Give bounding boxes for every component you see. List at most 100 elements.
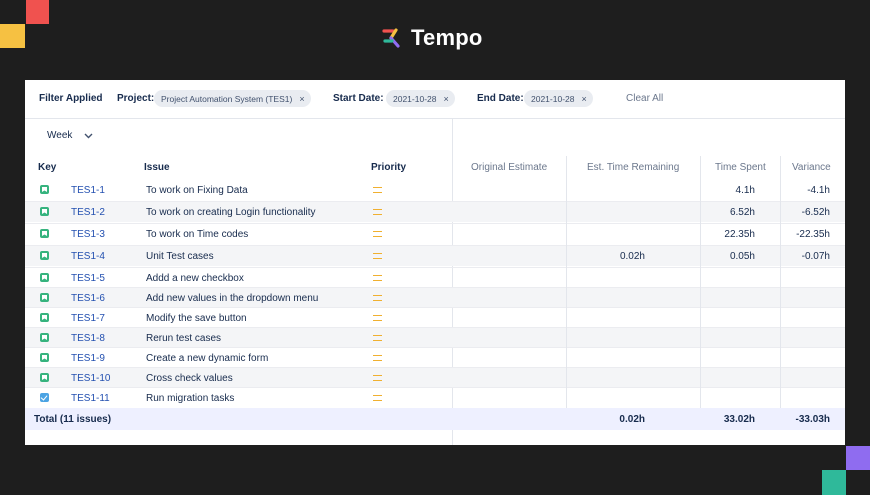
table-row[interactable]: TES1-6 Add new values in the dropdown men… [25, 287, 845, 308]
issue-summary: Run migration tasks [146, 392, 235, 404]
story-type-icon [40, 229, 49, 238]
start-date-value: 2021-10-28 [393, 93, 437, 104]
filter-title: Filter Applied [39, 93, 103, 104]
close-icon[interactable]: × [581, 94, 586, 104]
table-row[interactable]: TES1-4 Unit Test cases 0.02h 0.05h -0.07h [25, 245, 845, 266]
priority-medium-icon [373, 355, 382, 361]
column-header-priority[interactable]: Priority [371, 162, 406, 173]
column-separator [780, 156, 781, 426]
table-row[interactable]: TES1-3 To work on Time codes 22.35h -22.35h [25, 223, 845, 244]
priority-medium-icon [373, 187, 382, 193]
story-type-icon [40, 333, 49, 342]
variance-cell: -6.52h [801, 206, 830, 218]
tempo-logo: Tempo [382, 25, 482, 51]
story-type-icon [40, 373, 49, 382]
time-spent-cell: 22.35h [724, 228, 755, 240]
clear-all-button[interactable]: Clear All [626, 93, 663, 104]
total-label: Total (11 issues) [34, 413, 112, 425]
table-row[interactable]: TES1-5 Addd a new checkbox [25, 267, 845, 288]
task-type-icon [40, 393, 49, 402]
issue-key-link[interactable]: TES1-5 [71, 268, 105, 288]
story-type-icon [40, 207, 49, 216]
issue-key-link[interactable]: TES1-3 [71, 224, 105, 244]
total-variance: -33.03h [795, 413, 830, 425]
issue-key-link[interactable]: TES1-8 [71, 328, 105, 348]
logo-text: Tempo [411, 25, 483, 50]
project-filter-label: Project: [117, 93, 155, 104]
issue-key-link[interactable]: TES1-11 [71, 388, 110, 408]
filter-bar: Filter Applied Project: Project Automati… [25, 80, 845, 119]
tempo-logo-icon [382, 28, 400, 48]
time-spent-cell: 4.1h [735, 184, 755, 196]
issue-key-link[interactable]: TES1-4 [71, 246, 105, 266]
table-row[interactable]: TES1-11 Run migration tasks [25, 387, 845, 408]
priority-medium-icon [373, 395, 382, 401]
issue-summary: Modify the save button [146, 312, 247, 324]
close-icon[interactable]: × [443, 94, 448, 104]
story-type-icon [40, 185, 49, 194]
table-row[interactable]: TES1-9 Create a new dynamic form [25, 347, 845, 368]
total-time-spent: 33.02h [723, 413, 755, 425]
column-separator [566, 156, 567, 426]
total-row: Total (11 issues) 0.02h 33.02h -33.03h [25, 408, 845, 430]
story-type-icon [40, 293, 49, 302]
time-spent-cell: 6.52h [729, 206, 755, 218]
remaining-cell: 0.02h [619, 250, 645, 262]
brand-square-green [822, 470, 846, 495]
story-type-icon [40, 353, 49, 362]
priority-medium-icon [373, 231, 382, 237]
end-date-label: End Date: [477, 93, 524, 104]
issue-summary: Add new values in the dropdown menu [146, 292, 319, 304]
issue-key-link[interactable]: TES1-7 [71, 308, 105, 328]
story-type-icon [40, 313, 49, 322]
issue-key-link[interactable]: TES1-6 [71, 288, 105, 308]
column-header-time-spent[interactable]: Time Spent [715, 162, 766, 173]
brand-square-yellow [0, 24, 25, 48]
end-date-chip[interactable]: 2021-10-28 × [524, 90, 593, 107]
period-select[interactable]: Week [47, 130, 93, 141]
table-row[interactable]: TES1-8 Rerun test cases [25, 327, 845, 348]
issue-summary: Create a new dynamic form [146, 352, 269, 364]
issue-summary: Cross check values [146, 372, 233, 384]
brand-square-purple [846, 446, 870, 470]
brand-square-red [26, 0, 49, 24]
column-header-variance[interactable]: Variance [792, 162, 831, 173]
priority-medium-icon [373, 375, 382, 381]
priority-medium-icon [373, 295, 382, 301]
column-header-remaining[interactable]: Est. Time Remaining [587, 162, 679, 173]
close-icon[interactable]: × [299, 94, 304, 104]
report-panel: Filter Applied Project: Project Automati… [25, 80, 845, 445]
column-separator [700, 156, 701, 426]
project-filter-chip[interactable]: Project Automation System (TES1) × [154, 90, 311, 107]
issue-summary: To work on Time codes [146, 228, 249, 240]
table-row[interactable]: TES1-2 To work on creating Login function… [25, 201, 845, 222]
table-row[interactable]: TES1-1 To work on Fixing Data 4.1h -4.1h [25, 180, 845, 200]
issue-summary: Unit Test cases [146, 250, 214, 262]
total-remaining: 0.02h [619, 413, 645, 425]
priority-medium-icon [373, 335, 382, 341]
variance-cell: -22.35h [796, 228, 830, 240]
start-date-chip[interactable]: 2021-10-28 × [386, 90, 455, 107]
table-row[interactable]: TES1-10 Cross check values [25, 367, 845, 388]
column-header-original-estimate[interactable]: Original Estimate [471, 162, 547, 173]
issue-summary: Addd a new checkbox [146, 272, 244, 284]
variance-cell: -4.1h [807, 184, 830, 196]
period-select-value: Week [47, 130, 73, 141]
priority-medium-icon [373, 253, 382, 259]
issue-summary: To work on Fixing Data [146, 184, 248, 196]
chevron-down-icon [84, 133, 93, 138]
issue-key-link[interactable]: TES1-9 [71, 348, 105, 368]
story-type-icon [40, 251, 49, 260]
story-type-icon [40, 273, 49, 282]
table-row[interactable]: TES1-7 Modify the save button [25, 307, 845, 328]
issue-key-link[interactable]: TES1-2 [71, 202, 105, 222]
issue-key-link[interactable]: TES1-10 [71, 368, 110, 388]
priority-medium-icon [373, 275, 382, 281]
issue-key-link[interactable]: TES1-1 [71, 180, 105, 200]
column-header-key[interactable]: Key [38, 162, 56, 173]
priority-medium-icon [373, 209, 382, 215]
variance-cell: -0.07h [801, 250, 830, 262]
project-filter-value: Project Automation System (TES1) [161, 93, 293, 104]
column-header-issue[interactable]: Issue [144, 162, 170, 173]
end-date-value: 2021-10-28 [531, 93, 575, 104]
